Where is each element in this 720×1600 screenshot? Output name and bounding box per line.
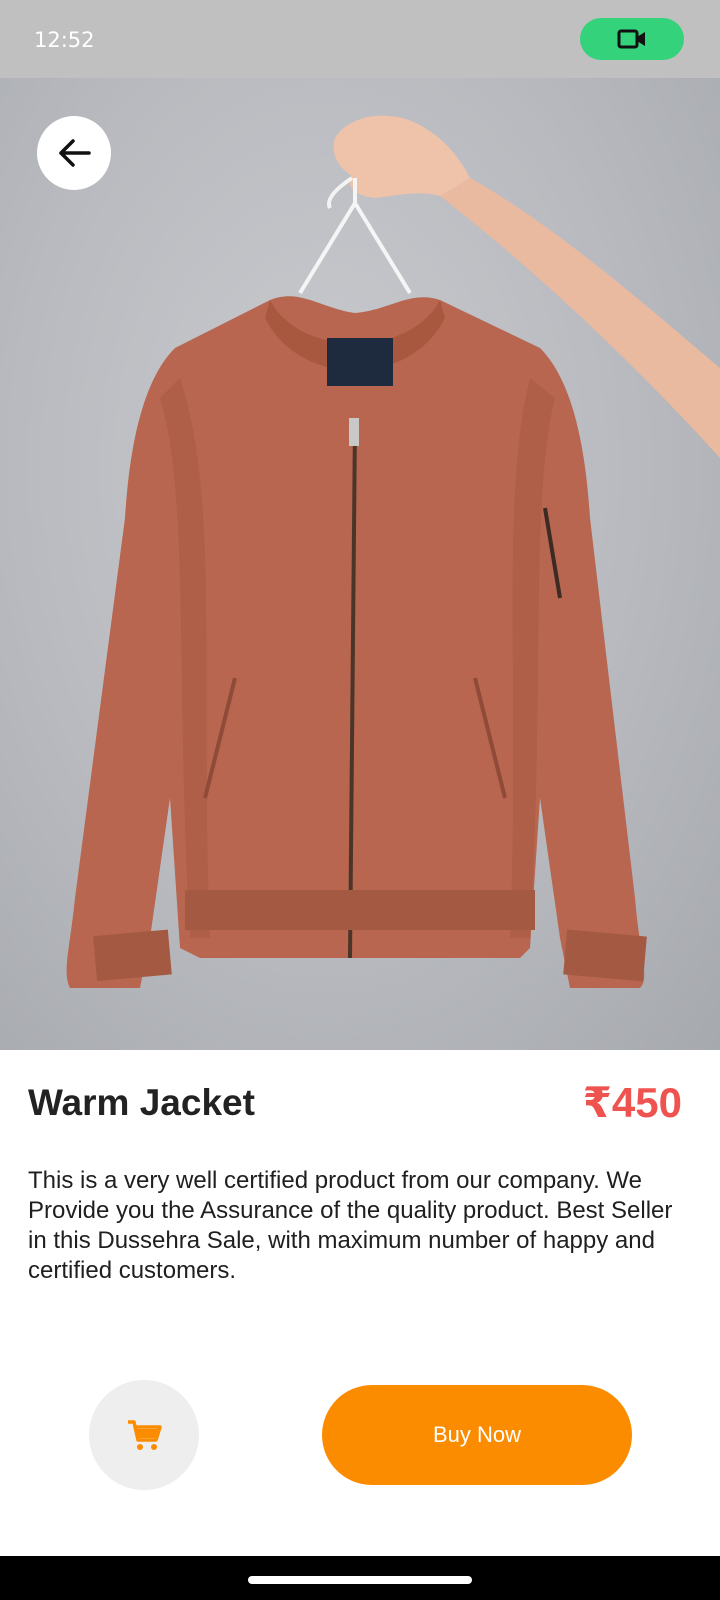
home-indicator[interactable] — [248, 1576, 472, 1584]
arrow-left-icon — [59, 139, 91, 167]
jacket-on-hanger-image — [66, 115, 720, 988]
buy-now-button[interactable]: Buy Now — [322, 1385, 632, 1485]
product-price: ₹450 — [582, 1079, 682, 1126]
back-button[interactable] — [37, 116, 111, 190]
video-call-pill[interactable] — [580, 18, 684, 60]
product-title: Warm Jacket — [28, 1082, 255, 1123]
status-bar: 12:52 — [0, 0, 720, 78]
shopping-cart-icon — [128, 1420, 162, 1450]
product-image — [0, 78, 720, 1050]
product-description: This is a very well certified product fr… — [28, 1167, 673, 1284]
system-nav-bar — [0, 1556, 720, 1600]
status-time: 12:52 — [34, 28, 95, 52]
product-detail-screen: 12:52 Warm Jacket ₹450 This is a very we… — [0, 0, 720, 1600]
add-to-cart-button[interactable] — [89, 1380, 199, 1490]
video-camera-icon — [617, 29, 645, 49]
